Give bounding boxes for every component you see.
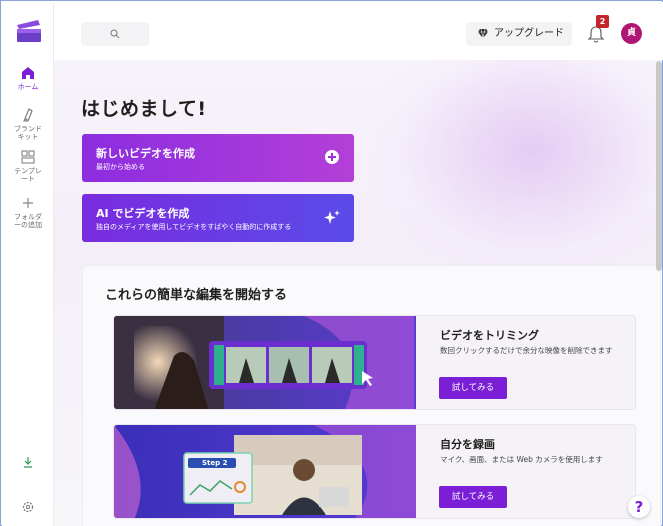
trim-video-card[interactable]: ビデオをトリミング 数回クリックするだけで余分な映像を削除できます 試してみる: [113, 315, 636, 410]
sidebar-item-label: ホーム: [17, 83, 39, 91]
help-button[interactable]: ?: [628, 496, 650, 518]
card-description: 数回クリックするだけで余分な映像を削除できます: [440, 346, 613, 355]
create-new-video-button[interactable]: 新しいビデオを作成 最初から始める: [82, 134, 354, 182]
page-title: はじめまして!: [81, 98, 207, 120]
upgrade-button[interactable]: アップグレード: [466, 22, 572, 46]
try-it-button[interactable]: 試してみる: [439, 377, 507, 399]
record-yourself-card[interactable]: Step 2 自分を録画 マイク、画面、または Web カメラを使用します 試し…: [113, 424, 636, 519]
record-yourself-thumbnail: [114, 425, 416, 518]
plus-circle-icon: [325, 150, 339, 164]
hero-background: [361, 60, 661, 280]
notification-badge: 2: [596, 15, 609, 28]
sidebar-item-label: フォルダーの追加: [14, 213, 42, 229]
sidebar: ホーム ブランド キット テンプレート フォルダーの追加: [2, 2, 54, 526]
app-window: ホーム ブランド キット テンプレート フォルダーの追加 アップグレード 2 貞…: [0, 0, 663, 526]
template-icon: [21, 150, 35, 164]
download-button[interactable]: [2, 454, 54, 473]
sidebar-item-brand-kit[interactable]: ブランド キット: [2, 107, 54, 141]
cta-subtitle: 独自のメディアを使用してビデオをすばやく自動的に作成する: [96, 223, 292, 231]
home-icon: [22, 67, 34, 79]
quick-edits-panel: これらの簡単な編集を開始する ビデオをトリミング 数回クリックするだけで余分な映…: [82, 265, 661, 526]
sparkle-icon: [324, 210, 340, 224]
card-title: 自分を録画: [440, 438, 495, 451]
top-bar: アップグレード 2 貞: [54, 2, 663, 60]
sidebar-item-home[interactable]: ホーム: [2, 65, 54, 91]
brand-kit-icon: [23, 108, 33, 122]
app-logo: [17, 20, 41, 42]
settings-icon: [22, 501, 34, 513]
step-label: Step 2: [202, 459, 228, 467]
scrollbar[interactable]: [656, 61, 662, 271]
plus-icon: [23, 198, 33, 208]
try-it-button[interactable]: 試してみる: [439, 486, 507, 508]
cta-subtitle: 最初から始める: [96, 163, 145, 171]
search-icon: [110, 29, 120, 39]
card-title: ビデオをトリミング: [440, 329, 539, 342]
avatar[interactable]: 貞: [621, 23, 642, 44]
download-icon: [24, 457, 32, 468]
card-description: マイク、画面、または Web カメラを使用します: [440, 455, 603, 464]
sidebar-item-label: テンプレート: [14, 167, 42, 183]
create-ai-video-button[interactable]: AI でビデオを作成 独自のメディアを使用してビデオをすばやく自動的に作成する: [82, 194, 354, 242]
settings-button[interactable]: [2, 499, 54, 518]
diamond-icon: [478, 28, 488, 39]
search-box[interactable]: [81, 22, 149, 46]
sidebar-item-add-folder[interactable]: フォルダーの追加: [2, 195, 54, 229]
trim-video-thumbnail: [114, 316, 416, 409]
sidebar-item-label: ブランド キット: [14, 125, 42, 141]
upgrade-label: アップグレード: [494, 28, 564, 39]
cta-title: 新しいビデオを作成: [96, 147, 195, 160]
cta-title: AI でビデオを作成: [96, 207, 190, 220]
sidebar-item-templates[interactable]: テンプレート: [2, 149, 54, 183]
section-title: これらの簡単な編集を開始する: [105, 288, 288, 303]
main-content: はじめまして! 新しいビデオを作成 最初から始める AI でビデオを作成 独自の…: [54, 60, 661, 526]
